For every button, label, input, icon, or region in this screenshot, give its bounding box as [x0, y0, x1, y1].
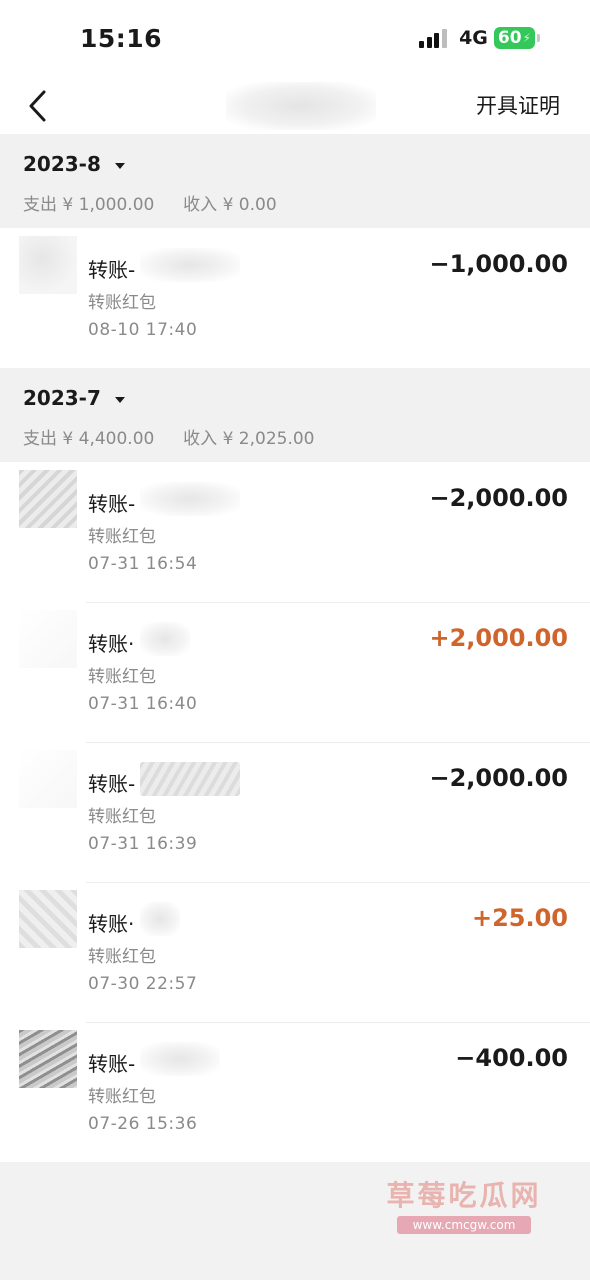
transaction-row[interactable]: 转账· 转账红包 07-30 22:57 +25.00: [0, 882, 590, 1022]
battery-level: 60: [497, 28, 522, 48]
transaction-type: 转账红包: [88, 527, 156, 547]
status-time: 15:16: [80, 24, 163, 53]
transaction-amount: +25.00: [471, 904, 568, 932]
divider: [86, 602, 590, 603]
status-bar: 15:16 4G 60 ⚡: [0, 0, 590, 78]
income-label: 收入: [183, 429, 218, 449]
transaction-type: 转账红包: [88, 1087, 156, 1107]
avatar: [19, 236, 77, 294]
month-selector[interactable]: 2023-8: [23, 152, 126, 176]
avatar: [19, 750, 77, 808]
redacted-name: [140, 482, 240, 516]
watermark: 草莓吃瓜网 www.cmcgw.com: [374, 1174, 554, 1240]
divider: [86, 742, 590, 743]
transaction-type: 转账红包: [88, 667, 156, 687]
transaction-list: 转账- 转账红包 07-31 16:54 −2,000.00 转账· 转账红包 …: [0, 462, 590, 1162]
transaction-row[interactable]: 转账- 转账红包 07-31 16:39 −2,000.00: [0, 742, 590, 882]
transaction-time: 08-10 17:40: [88, 320, 198, 340]
transaction-time: 07-30 22:57: [88, 974, 198, 994]
charging-bolt-icon: ⚡: [522, 31, 531, 45]
transaction-name: 转账·: [88, 912, 135, 936]
transaction-time: 07-31 16:40: [88, 694, 198, 714]
back-arrow-icon[interactable]: [24, 86, 54, 126]
transaction-name: 转账-: [88, 772, 136, 796]
transaction-name: 转账-: [88, 1052, 136, 1076]
avatar: [19, 610, 77, 668]
transaction-row[interactable]: 转账- 转账红包 07-31 16:54 −2,000.00: [0, 462, 590, 602]
redacted-name: [140, 902, 180, 936]
issue-certificate-button[interactable]: 开具证明: [476, 90, 560, 120]
expense-total: ¥ 1,000.00: [62, 195, 155, 215]
income-label: 收入: [183, 195, 218, 215]
expense-label: 支出: [23, 429, 57, 449]
redacted-name: [140, 1042, 220, 1076]
redacted-name: [140, 248, 240, 282]
navigation-bar: 开具证明: [0, 78, 590, 134]
month-summary: 支出 ¥ 1,000.00 收入 ¥ 0.00: [23, 190, 277, 215]
transaction-name: 转账·: [88, 632, 135, 656]
status-indicators: 4G 60 ⚡: [419, 27, 540, 49]
transaction-row[interactable]: 转账- 转账红包 07-26 15:36 −400.00: [0, 1022, 590, 1162]
expense-total: ¥ 4,400.00: [62, 429, 155, 449]
redacted-name: [140, 762, 240, 796]
caret-down-icon: [114, 396, 125, 403]
expense-label: 支出: [23, 195, 57, 215]
income-total: ¥ 0.00: [222, 195, 277, 215]
avatar: [19, 890, 77, 948]
transaction-list: 转账- 转账红包 08-10 17:40 −1,000.00: [0, 228, 590, 368]
transaction-amount: −400.00: [455, 1044, 568, 1072]
income-total: ¥ 2,025.00: [222, 429, 315, 449]
transaction-row[interactable]: 转账- 转账红包 08-10 17:40 −1,000.00: [0, 228, 590, 368]
month-label: 2023-8: [23, 152, 101, 176]
divider: [86, 882, 590, 883]
month-header: 2023-8 支出 ¥ 1,000.00 收入 ¥ 0.00: [0, 134, 590, 228]
transaction-time: 07-26 15:36: [88, 1114, 198, 1134]
divider: [86, 1022, 590, 1023]
redacted-title: [226, 82, 376, 130]
watermark-url: www.cmcgw.com: [396, 1216, 532, 1234]
transaction-time: 07-31 16:54: [88, 554, 198, 574]
signal-icon: [419, 28, 449, 48]
transaction-amount: −2,000.00: [429, 484, 568, 512]
transaction-amount: −1,000.00: [429, 250, 568, 278]
caret-down-icon: [114, 162, 125, 169]
transaction-type: 转账红包: [88, 807, 156, 827]
month-label: 2023-7: [23, 386, 101, 410]
transaction-name: 转账-: [88, 492, 136, 516]
transaction-amount: −2,000.00: [429, 764, 568, 792]
avatar: [19, 470, 77, 528]
battery-tip: [537, 34, 540, 42]
redacted-name: [140, 622, 190, 656]
transaction-type: 转账红包: [88, 947, 156, 967]
network-type: 4G: [459, 27, 488, 49]
month-selector[interactable]: 2023-7: [23, 386, 126, 410]
transaction-type: 转账红包: [88, 293, 156, 313]
month-summary: 支出 ¥ 4,400.00 收入 ¥ 2,025.00: [23, 424, 315, 449]
month-header: 2023-7 支出 ¥ 4,400.00 收入 ¥ 2,025.00: [0, 368, 590, 462]
watermark-text: 草莓吃瓜网: [386, 1179, 542, 1212]
battery-icon: 60 ⚡: [493, 27, 535, 49]
transaction-row[interactable]: 转账· 转账红包 07-31 16:40 +2,000.00: [0, 602, 590, 742]
transaction-amount: +2,000.00: [429, 624, 568, 652]
avatar: [19, 1030, 77, 1088]
transaction-time: 07-31 16:39: [88, 834, 198, 854]
transaction-name: 转账-: [88, 258, 136, 282]
